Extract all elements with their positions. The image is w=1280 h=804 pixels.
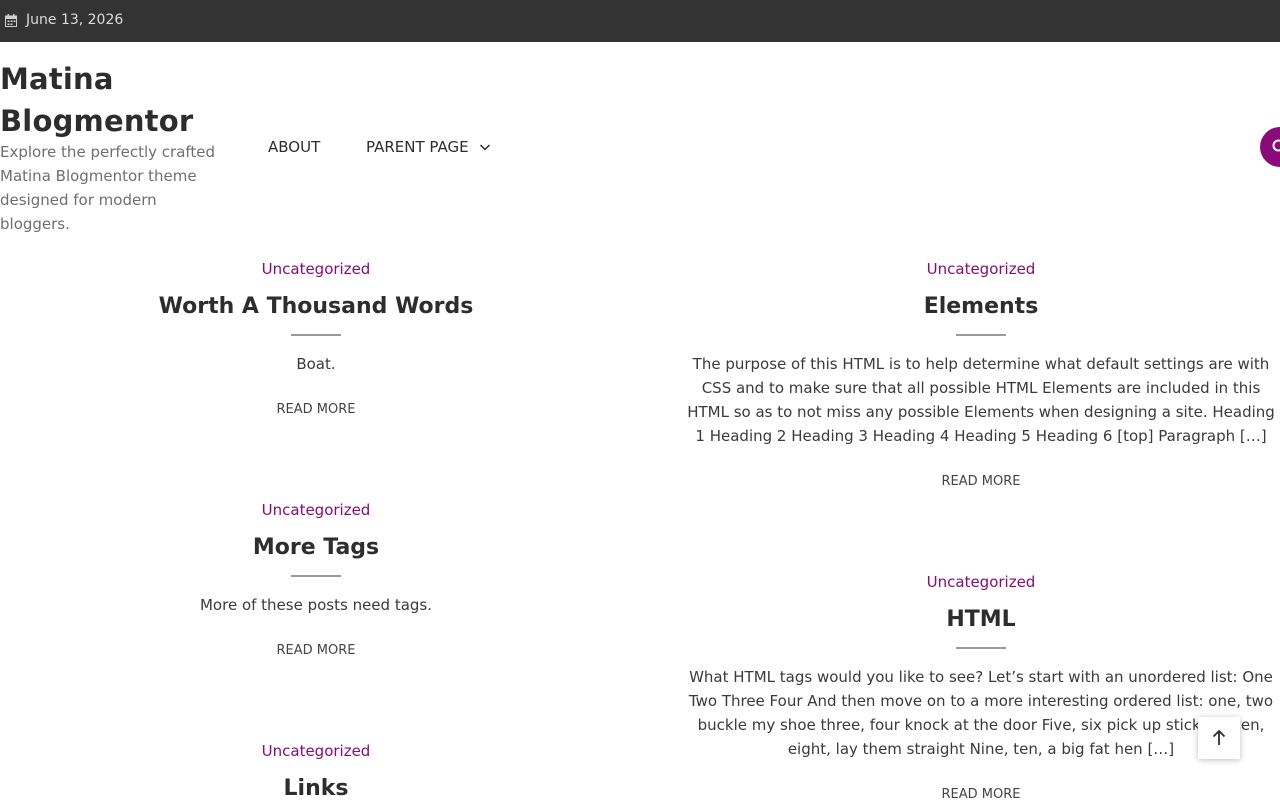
nav-item-label: ABOUT	[268, 138, 320, 156]
title-divider	[956, 334, 1006, 336]
nav-item-label: PARENT PAGE	[366, 138, 469, 156]
top-bar: June 13, 2026	[0, 0, 1280, 42]
arrow-up-icon	[1211, 729, 1227, 747]
post-excerpt: More of these posts need tags.	[0, 593, 632, 617]
read-more-link[interactable]: READ MORE	[0, 643, 632, 658]
chevron-down-icon	[479, 141, 491, 153]
post-title[interactable]: HTML	[686, 605, 1276, 635]
post-card: Uncategorized More Tags More of these po…	[0, 500, 632, 658]
post-excerpt: Boat.	[0, 352, 632, 376]
nav-item-parent-page[interactable]: PARENT PAGE	[366, 138, 491, 156]
scroll-to-top-button[interactable]	[1198, 717, 1240, 759]
title-divider	[291, 575, 341, 577]
search-button[interactable]	[1260, 127, 1280, 167]
title-divider	[291, 334, 341, 336]
post-excerpt: What HTML tags would you like to see? Le…	[686, 665, 1276, 761]
site-title[interactable]: Matina Blogmentor	[0, 58, 240, 142]
nav-item-about[interactable]: ABOUT	[268, 138, 320, 156]
read-more-link[interactable]: READ MORE	[686, 474, 1276, 489]
post-category-link[interactable]: Uncategorized	[0, 500, 632, 520]
post-category-link[interactable]: Uncategorized	[0, 259, 632, 279]
post-excerpt: The purpose of this HTML is to help dete…	[686, 352, 1276, 448]
post-category-link[interactable]: Uncategorized	[686, 572, 1276, 592]
post-title[interactable]: Elements	[686, 292, 1276, 322]
search-icon	[1272, 139, 1280, 155]
calendar-icon	[5, 14, 17, 27]
post-title[interactable]: Worth A Thousand Words	[0, 292, 632, 322]
site-tagline: Explore the perfectly crafted Matina Blo…	[0, 140, 225, 236]
post-category-link[interactable]: Uncategorized	[0, 741, 632, 761]
title-divider	[956, 647, 1006, 649]
post-title[interactable]: More Tags	[0, 533, 632, 563]
current-date: June 13, 2026	[26, 12, 123, 28]
post-category-link[interactable]: Uncategorized	[686, 259, 1276, 279]
post-card: Uncategorized Elements The purpose of th…	[686, 259, 1276, 489]
read-more-link[interactable]: READ MORE	[0, 402, 632, 417]
post-card: Uncategorized HTML What HTML tags would …	[686, 572, 1276, 802]
post-card: Uncategorized Worth A Thousand Words Boa…	[0, 259, 632, 417]
post-card: Uncategorized Links	[0, 741, 632, 804]
